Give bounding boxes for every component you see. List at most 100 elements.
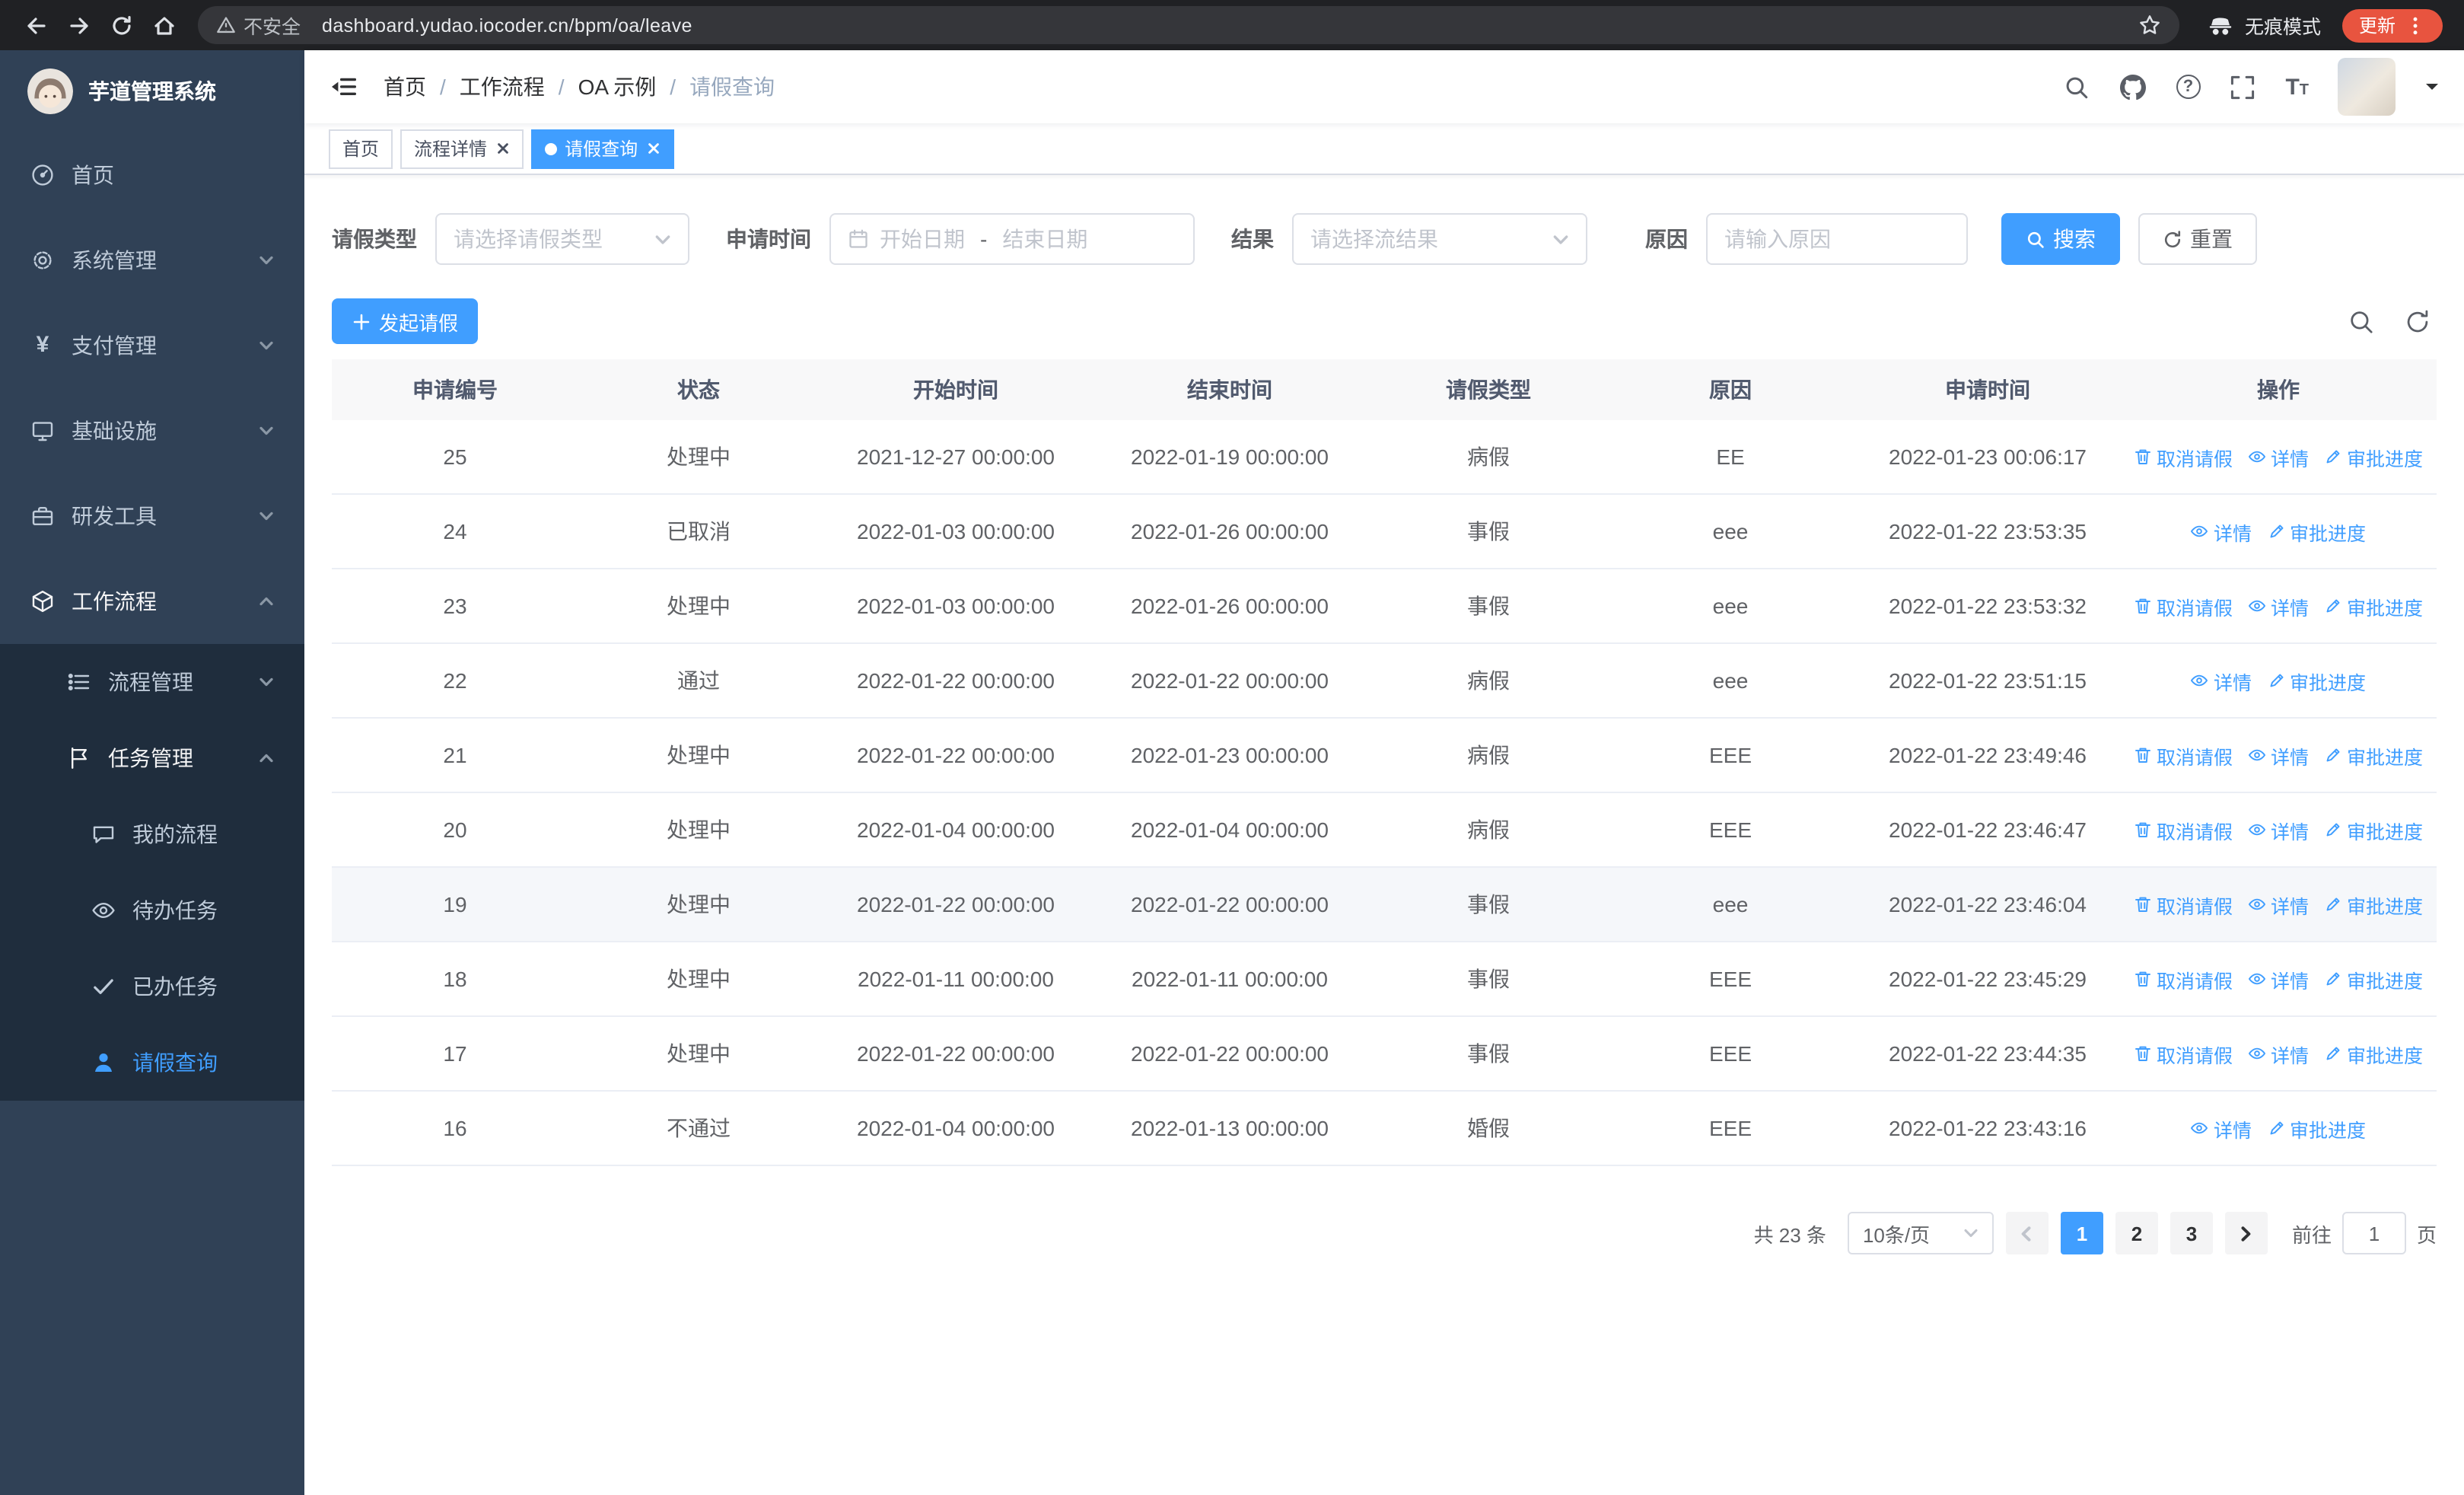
detail-link[interactable]: 详情 [2191,517,2252,546]
detail-link[interactable]: 详情 [2248,591,2309,620]
browser-update-button[interactable]: 更新 [2341,8,2443,42]
cancel-leave-link[interactable]: 取消请假 [2134,442,2233,471]
sidebar-item-leave-query[interactable]: 请假查询 [0,1025,304,1101]
approval-progress-link[interactable]: 审批进度 [2324,741,2423,770]
tab-leave-query[interactable]: 请假查询 [531,129,675,168]
reset-button[interactable]: 重置 [2138,213,2257,265]
approval-progress-link[interactable]: 审批进度 [2324,591,2423,620]
approval-progress-link[interactable]: 审批进度 [2324,815,2423,844]
cancel-leave-link[interactable]: 取消请假 [2134,964,2233,993]
pen-icon [2326,972,2340,986]
sidebar-item-process-management[interactable]: 流程管理 [0,644,304,720]
breadcrumb-oa-example[interactable]: OA 示例 [578,72,657,102]
sidebar-item-infrastructure[interactable]: 基础设施 [0,388,304,473]
user-avatar[interactable] [2338,58,2396,116]
table-row[interactable]: 22 通过 2022-01-22 00:00:00 2022-01-22 00:00:… [332,644,2437,719]
table-row[interactable]: 20 处理中 2022-01-04 00:00:00 2022-01-04 00:00… [332,793,2437,868]
approval-progress-link[interactable]: 审批进度 [2267,666,2366,695]
prev-page-button[interactable] [2005,1212,2049,1254]
search-button[interactable]: 搜索 [2001,213,2120,265]
forward-button[interactable] [58,4,100,46]
sidebar-toggle-button[interactable] [304,50,384,123]
breadcrumb-home[interactable]: 首页 [384,72,426,102]
table-row[interactable]: 17 处理中 2022-01-22 00:00:00 2022-01-22 00:00… [332,1017,2437,1092]
result-select[interactable]: 请选择流结果 [1292,213,1587,265]
cancel-leave-link[interactable]: 取消请假 [2134,1039,2233,1068]
sidebar-item-task-management[interactable]: 任务管理 [0,720,304,796]
approval-progress-link[interactable]: 审批进度 [2267,517,2366,546]
sidebar-item-workflow[interactable]: 工作流程 [0,559,304,644]
detail-link[interactable]: 详情 [2191,1114,2252,1143]
cancel-leave-link[interactable]: 取消请假 [2134,890,2233,919]
detail-link[interactable]: 详情 [2191,666,2252,695]
row-actions: 取消请假 详情 审批进度 [2125,442,2432,471]
page-button-3[interactable]: 3 [2170,1212,2213,1254]
sidebar-item-payment-management[interactable]: ¥ 支付管理 [0,303,304,388]
reason-input[interactable]: 请输入原因 [1706,213,1968,265]
detail-link[interactable]: 详情 [2248,890,2309,919]
help-icon[interactable]: ? [2176,75,2201,99]
browser-menu-icon[interactable] [2405,14,2426,36]
page-button-1[interactable]: 1 [2060,1212,2103,1254]
detail-link[interactable]: 详情 [2248,964,2309,993]
table-row[interactable]: 16 不通过 2022-01-04 00:00:00 2022-01-13 00:00… [332,1092,2437,1166]
sidebar-item-done-tasks[interactable]: 已办任务 [0,948,304,1025]
table-row[interactable]: 19 处理中 2022-01-22 00:00:00 2022-01-22 00:00… [332,868,2437,942]
back-button[interactable] [15,4,58,46]
table-row[interactable]: 21 处理中 2022-01-22 00:00:00 2022-01-23 00:00… [332,719,2437,793]
approval-progress-link[interactable]: 审批进度 [2324,964,2423,993]
font-size-icon[interactable]: TT [2285,75,2309,98]
detail-link[interactable]: 详情 [2248,815,2309,844]
cancel-leave-link[interactable]: 取消请假 [2134,741,2233,770]
cancel-leave-link[interactable]: 取消请假 [2134,591,2233,620]
reload-button[interactable] [100,4,143,46]
sidebar-item-my-process[interactable]: 我的流程 [0,796,304,872]
detail-link[interactable]: 详情 [2248,1039,2309,1068]
sidebar-item-devtools[interactable]: 研发工具 [0,473,304,559]
toggle-search-icon[interactable] [2348,308,2374,334]
page-button-2[interactable]: 2 [2115,1212,2158,1254]
approval-progress-link[interactable]: 审批进度 [2324,1039,2423,1068]
detail-link[interactable]: 详情 [2248,741,2309,770]
create-leave-button[interactable]: 发起请假 [332,298,479,344]
leave-type: 事假 [1467,1041,1510,1066]
github-icon[interactable] [2119,73,2147,100]
request-id: 20 [443,818,467,842]
apply-time: 2022-01-22 23:44:35 [1889,1041,2087,1066]
workflow-icon [30,589,55,614]
address-bar[interactable]: 不安全 dashboard.yudao.iocoder.cn/bpm/oa/le… [198,6,2179,44]
start-time: 2022-01-04 00:00:00 [857,1116,1055,1140]
approval-progress-link[interactable]: 审批进度 [2324,890,2423,919]
next-page-button[interactable] [2224,1212,2268,1254]
breadcrumb-workflow[interactable]: 工作流程 [460,72,545,102]
apply-time-range-picker[interactable]: 开始日期 - 结束日期 [829,213,1195,265]
security-warning[interactable]: 不安全 [216,11,301,40]
leave-type-select[interactable]: 请选择请假类型 [435,213,689,265]
end-time: 2022-01-22 00:00:00 [1131,668,1329,693]
table-row[interactable]: 23 处理中 2022-01-03 00:00:00 2022-01-26 00:00… [332,569,2437,644]
sidebar-item-home[interactable]: 首页 [0,132,304,218]
detail-link[interactable]: 详情 [2248,442,2309,471]
cancel-leave-link[interactable]: 取消请假 [2134,815,2233,844]
caret-down-icon[interactable] [2424,79,2440,94]
status: 处理中 [667,967,731,991]
tab-home[interactable]: 首页 [329,129,393,168]
fullscreen-icon[interactable] [2229,73,2256,100]
refresh-table-icon[interactable] [2405,308,2431,334]
approval-progress-link[interactable]: 审批进度 [2267,1114,2366,1143]
search-icon[interactable] [2063,73,2090,100]
goto-page-input[interactable] [2341,1212,2406,1254]
page-size-select[interactable]: 10条/页 [1847,1212,1994,1254]
tab-process-detail[interactable]: 流程详情 [400,129,524,168]
close-icon[interactable] [496,142,510,155]
home-button[interactable] [143,4,186,46]
table-row[interactable]: 24 已取消 2022-01-03 00:00:00 2022-01-26 00:00… [332,495,2437,569]
approval-progress-link[interactable]: 审批进度 [2324,442,2423,471]
sidebar-item-system-management[interactable]: 系统管理 [0,218,304,303]
bookmark-star-icon[interactable] [2138,14,2161,37]
sidebar-item-todo-tasks[interactable]: 待办任务 [0,872,304,948]
app-logo[interactable]: 芋道管理系统 [0,50,304,132]
table-row[interactable]: 18 处理中 2022-01-11 00:00:00 2022-01-11 00:00… [332,942,2437,1017]
close-icon[interactable] [647,142,661,155]
table-row[interactable]: 25 处理中 2021-12-27 00:00:00 2022-01-19 00:00… [332,420,2437,495]
